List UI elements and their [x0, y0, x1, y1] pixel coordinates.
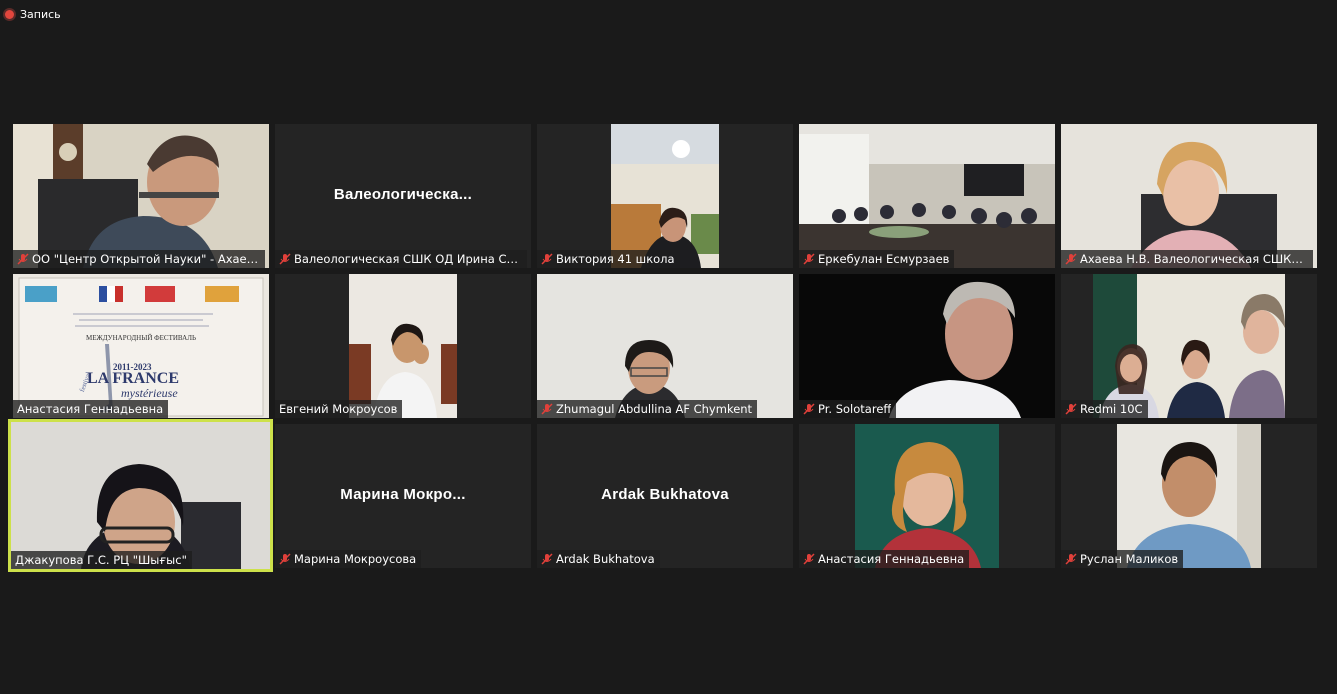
participant-display-name: Ardak Bukhatova [601, 486, 729, 503]
participant-name-label: Ardak Bukhatova [537, 550, 660, 568]
participant-display-name: Марина Мокро... [340, 486, 466, 503]
participant-video [1061, 124, 1317, 268]
participant-name-label: Анастасия Геннадьевна [13, 400, 169, 418]
video-tile-15[interactable]: Руслан Маликов [1061, 424, 1317, 568]
participant-video [855, 424, 999, 568]
record-icon [5, 10, 14, 19]
muted-mic-icon [541, 403, 553, 415]
participant-video [11, 422, 270, 569]
participant-video [611, 124, 719, 268]
participant-video [1093, 274, 1285, 418]
muted-mic-icon [279, 553, 291, 565]
participant-video [349, 274, 457, 418]
video-tile-12[interactable]: Марина Мокро... Марина Мокроусова [275, 424, 531, 568]
participant-video [799, 274, 1055, 418]
screen-share-slide: МЕЖДУНАРОДНЫЙ ФЕСТИВАЛЬ 2011-2023 festiv… [13, 274, 269, 418]
participant-name-label: Redmi 10C [1061, 400, 1148, 418]
muted-mic-icon [541, 553, 553, 565]
recording-label: Запись [20, 8, 61, 21]
recording-indicator[interactable]: Запись [5, 8, 61, 21]
slide-header: МЕЖДУНАРОДНЫЙ ФЕСТИВАЛЬ [86, 334, 196, 342]
video-tile-7[interactable]: Евгений Мокроусов [275, 274, 531, 418]
participant-name-label: Джакупова Г.С. РЦ "Шығыс" [11, 551, 192, 569]
participant-name-label: ОО "Центр Открытой Науки" - Ахаев... [13, 250, 265, 268]
video-tile-11-active-speaker[interactable]: Джакупова Г.С. РЦ "Шығыс" [8, 419, 273, 572]
participant-name-label: Виктория 41 школа [537, 250, 680, 268]
participant-name-label: Руслан Маликов [1061, 550, 1184, 568]
muted-mic-icon [17, 253, 29, 265]
participant-display-name: Валеологическа... [333, 186, 473, 203]
participant-video [13, 124, 269, 268]
video-tile-10[interactable]: Redmi 10C [1061, 274, 1317, 418]
muted-mic-icon [541, 253, 553, 265]
participant-video [799, 124, 1055, 268]
participant-name-label: Марина Мокроусова [275, 550, 422, 568]
participant-name-label: Евгений Мокроусов [275, 400, 403, 418]
video-tile-5[interactable]: Ахаева Н.В. Валеологическая СШКО... [1061, 124, 1317, 268]
muted-mic-icon [803, 553, 815, 565]
slide-subtitle: mystérieuse [121, 386, 178, 400]
video-tile-8[interactable]: Zhumagul Abdullina AF Chymkent [537, 274, 793, 418]
muted-mic-icon [803, 253, 815, 265]
muted-mic-icon [803, 403, 815, 415]
participant-name-label: Ахаева Н.В. Валеологическая СШКО... [1061, 250, 1313, 268]
video-tile-1[interactable]: ОО "Центр Открытой Науки" - Ахаев... [13, 124, 269, 268]
participant-name-label: Валеологическая СШК ОД Ирина Ст... [275, 250, 527, 268]
video-tile-4[interactable]: Еркебулан Есмурзаев [799, 124, 1055, 268]
muted-mic-icon [1065, 403, 1077, 415]
video-tile-14[interactable]: Анастасия Геннадьевна [799, 424, 1055, 568]
participant-video [1117, 424, 1261, 568]
participant-video [537, 274, 793, 418]
video-tile-6[interactable]: МЕЖДУНАРОДНЫЙ ФЕСТИВАЛЬ 2011-2023 festiv… [13, 274, 269, 418]
muted-mic-icon [279, 253, 291, 265]
muted-mic-icon [1065, 253, 1077, 265]
video-tile-3[interactable]: Виктория 41 школа [537, 124, 793, 268]
video-tile-9[interactable]: Pr. Solotareff [799, 274, 1055, 418]
participant-name-label: Pr. Solotareff [799, 400, 897, 418]
video-tile-2[interactable]: Валеологическа... Валеологическая СШК ОД… [275, 124, 531, 268]
muted-mic-icon [1065, 553, 1077, 565]
participant-name-label: Анастасия Геннадьевна [799, 550, 970, 568]
video-tile-13[interactable]: Ardak Bukhatova Ardak Bukhatova [537, 424, 793, 568]
participant-name-label: Еркебулан Есмурзаев [799, 250, 955, 268]
participant-name-label: Zhumagul Abdullina AF Chymkent [537, 400, 758, 418]
